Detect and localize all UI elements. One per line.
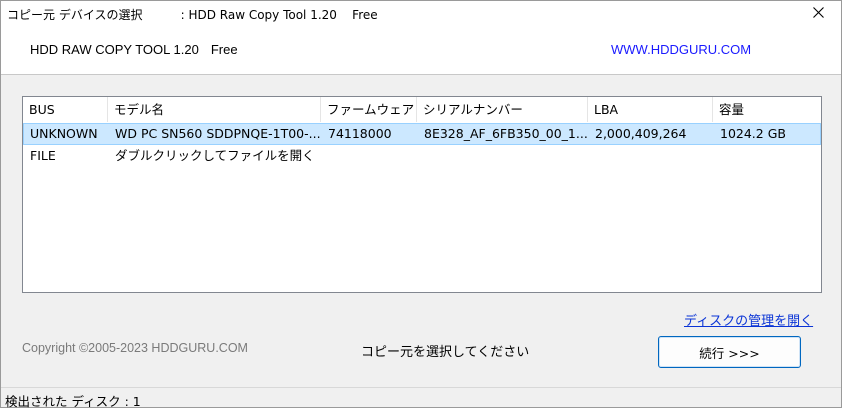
app-edition: Free [210, 42, 238, 57]
column-header-model[interactable]: モデル名 [108, 97, 321, 122]
device-list-header: BUS モデル名 ファームウェア シリアルナンバー LBA 容量 [23, 97, 821, 122]
select-source-hint: コピー元を選択してください [361, 345, 530, 360]
column-header-lba[interactable]: LBA [588, 97, 713, 122]
copyright-text: Copyright ©2005-2023 HDDGURU.COM [22, 341, 248, 355]
column-header-firmware[interactable]: ファームウェア [321, 97, 417, 122]
device-list[interactable]: BUS モデル名 ファームウェア シリアルナンバー LBA 容量 UNKNOWN… [22, 96, 822, 293]
column-header-capacity[interactable]: 容量 [713, 97, 821, 122]
cell-bus: UNKNOWN [30, 126, 98, 141]
detected-disks-status: 検出された ディスク : 1 [5, 394, 141, 409]
cell-capacity: 1024.2 GB [720, 126, 786, 141]
column-header-serial[interactable]: シリアルナンバー [417, 97, 588, 122]
website-link[interactable]: WWW.HDDGURU.COM [611, 42, 751, 57]
cell-model: WD PC SN560 SDDPNQE-1T00-... [115, 126, 321, 141]
device-row[interactable]: FILE ダブルクリックしてファイルを開く [23, 146, 821, 168]
device-row[interactable]: UNKNOWN WD PC SN560 SDDPNQE-1T00-... 741… [23, 123, 821, 145]
app-title: HDD RAW COPY TOOL 1.20 [30, 42, 199, 57]
cell-model: ダブルクリックしてファイルを開く [115, 148, 315, 163]
app-name: HDD RAW COPY TOOL 1.20 Free [30, 42, 238, 57]
column-header-bus[interactable]: BUS [23, 97, 108, 122]
app-header: HDD RAW COPY TOOL 1.20 Free WWW.HDDGURU.C… [1, 27, 841, 75]
window-title: コピー元 デバイスの選択 : HDD Raw Copy Tool 1.20 Fr… [7, 8, 378, 22]
cell-lba: 2,000,409,264 [595, 126, 687, 141]
continue-button[interactable]: 続行 >>> [658, 336, 801, 368]
open-disk-management-link[interactable]: ディスクの管理を開く [684, 310, 813, 329]
cell-bus: FILE [30, 148, 56, 163]
cell-firmware: 74118000 [328, 126, 392, 141]
cell-serial: 8E328_AF_6FB350_00_1... [424, 126, 588, 141]
close-button[interactable] [795, 1, 841, 27]
status-bar: 検出された ディスク : 1 [1, 387, 841, 409]
close-icon [812, 7, 824, 21]
device-selection-window: コピー元 デバイスの選択 : HDD Raw Copy Tool 1.20 Fr… [0, 0, 842, 409]
title-bar[interactable]: コピー元 デバイスの選択 : HDD Raw Copy Tool 1.20 Fr… [1, 1, 841, 27]
